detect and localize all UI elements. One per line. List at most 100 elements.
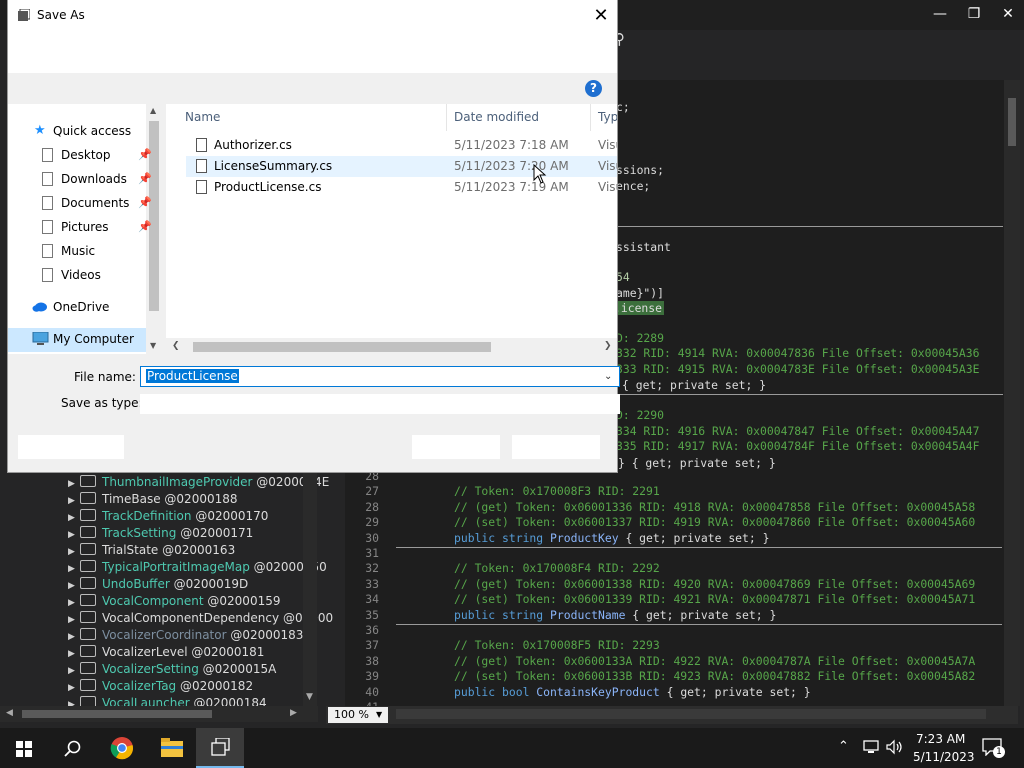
scroll-left-arrow-icon[interactable]: ◀ bbox=[6, 708, 13, 718]
save-button[interactable] bbox=[412, 435, 500, 459]
scroll-right-arrow-icon[interactable]: ❯ bbox=[604, 341, 612, 351]
zoom-select[interactable]: 100 % ▼ bbox=[328, 707, 388, 723]
downloads-icon bbox=[42, 172, 53, 186]
tree-item[interactable]: ▶ VocalizerTag @02000182 bbox=[68, 678, 253, 695]
code-line: // (set) Token: 0x06001339 RID: 4921 RVA… bbox=[454, 592, 976, 607]
search-button[interactable] bbox=[48, 728, 96, 768]
network-icon[interactable] bbox=[862, 739, 880, 755]
code-fragment: } { get; private set; } bbox=[618, 456, 776, 470]
code-fragment: ssions; bbox=[616, 163, 665, 177]
minimize-button[interactable]: — bbox=[925, 4, 955, 24]
column-header-type[interactable]: Type bbox=[598, 110, 617, 124]
keyword: public string bbox=[454, 607, 544, 622]
file-row[interactable]: ProductLicense.cs 5/11/2023 7:19 AM Visu… bbox=[186, 177, 617, 198]
mouse-cursor-icon bbox=[533, 164, 547, 184]
maximize-button[interactable]: ❐ bbox=[959, 4, 989, 24]
pin-icon: 📌 bbox=[138, 220, 152, 233]
chevron-down-icon[interactable]: ⌄ bbox=[604, 371, 612, 382]
tree-item[interactable]: ▶ ThumbnailImageProvider @0200014E bbox=[68, 474, 329, 491]
nav-label: Quick access bbox=[53, 124, 132, 138]
nav-label: My Computer bbox=[53, 332, 134, 346]
tree-item[interactable]: ▶ TrialState @02000163 bbox=[68, 542, 235, 559]
tree-item-token: @02000159 bbox=[207, 594, 281, 608]
tree-vertical-scrollbar[interactable] bbox=[303, 470, 317, 706]
accessor-block: { get; private set; } bbox=[659, 684, 811, 699]
file-name-value[interactable]: ProductLicense bbox=[146, 369, 239, 383]
file-name-label: File name: bbox=[74, 370, 136, 384]
chrome-icon bbox=[110, 737, 134, 760]
code-fragment: 333 RID: 4915 RVA: 0x0004783E File Offse… bbox=[616, 362, 980, 376]
clock-time[interactable]: 7:23 AM bbox=[916, 732, 965, 746]
tree-item[interactable]: ▶ TrackDefinition @02000170 bbox=[68, 508, 268, 525]
tree-item-name: VocalComponentDependency bbox=[102, 611, 280, 625]
dialog-address-area bbox=[8, 31, 617, 73]
scroll-down-arrow-icon[interactable]: ▼ bbox=[306, 692, 313, 702]
help-icon[interactable]: ? bbox=[585, 80, 602, 97]
file-explorer-taskbar-button[interactable] bbox=[148, 728, 196, 768]
tree-item[interactable]: ▶VocalComponentDependency @02000 bbox=[68, 610, 333, 627]
scroll-down-arrow-icon[interactable]: ▼ bbox=[150, 341, 156, 350]
line-number: 35 bbox=[365, 607, 379, 622]
dialog-close-button[interactable]: ✕ bbox=[588, 3, 614, 29]
tree-item[interactable]: ▶ TimeBase @02000188 bbox=[68, 491, 238, 508]
tree-item[interactable]: ▶ VocalizerCoordinator @02000183 bbox=[68, 627, 303, 644]
file-list-hscroll-thumb[interactable] bbox=[193, 342, 491, 352]
file-icon bbox=[196, 180, 207, 194]
code-fragment: 335 RID: 4917 RVA: 0x0004784F File Offse… bbox=[616, 439, 980, 453]
code-vertical-scrollbar[interactable] bbox=[1004, 80, 1020, 706]
pin-icon: 📌 bbox=[138, 172, 152, 185]
file-date: 5/11/2023 7:18 AM bbox=[454, 138, 569, 152]
class-icon bbox=[80, 526, 96, 538]
file-type: Visua bbox=[598, 138, 617, 152]
column-header-date[interactable]: Date modified bbox=[454, 110, 539, 124]
tree-item-token: @02000188 bbox=[164, 492, 238, 506]
code-line: // (set) Token: 0x0600133B RID: 4923 RVA… bbox=[454, 669, 976, 684]
volume-icon[interactable] bbox=[886, 739, 904, 755]
clock-date[interactable]: 5/11/2023 bbox=[913, 750, 975, 764]
windows-stack-icon bbox=[211, 738, 230, 756]
tree-item-name: TrackSetting bbox=[102, 526, 177, 540]
code-horizontal-scrollbar[interactable] bbox=[396, 709, 986, 719]
tree-item[interactable]: ▶ VocalComponent @02000159 bbox=[68, 593, 280, 610]
cancel-button[interactable] bbox=[512, 435, 600, 459]
nav-label: Desktop bbox=[61, 148, 111, 162]
property-name: ProductKey bbox=[550, 530, 619, 545]
tree-item[interactable]: ▶ TypicalPortraitImageMap @02000150 bbox=[68, 559, 327, 576]
scroll-up-arrow-icon[interactable]: ▲ bbox=[150, 106, 156, 115]
column-header-name[interactable]: Name bbox=[185, 110, 220, 124]
ide-taskbar-button[interactable] bbox=[196, 728, 244, 768]
scroll-right-arrow-icon[interactable]: ▶ bbox=[290, 708, 297, 718]
pin-icon: 📌 bbox=[138, 196, 152, 209]
save-as-type-select[interactable] bbox=[140, 394, 620, 414]
folder-icon bbox=[161, 738, 183, 757]
column-divider[interactable] bbox=[446, 104, 447, 131]
tree-item-token: @02000181 bbox=[191, 645, 265, 659]
chevron-up-icon[interactable]: ⌃ bbox=[838, 739, 849, 754]
tree-item[interactable]: ▶ TrackSetting @02000171 bbox=[68, 525, 253, 542]
search-icon[interactable]: ⚲ bbox=[614, 30, 644, 52]
nav-label: Downloads bbox=[61, 172, 127, 186]
class-icon bbox=[80, 662, 96, 674]
file-row[interactable]: LicenseSummary.cs 5/11/2023 7:20 AM Visu… bbox=[186, 156, 617, 177]
tree-item[interactable]: ▶ VocalizerSetting @0200015A bbox=[68, 661, 276, 678]
start-button[interactable] bbox=[0, 728, 48, 768]
code-vscroll-thumb[interactable] bbox=[1008, 98, 1016, 146]
close-button[interactable]: ✕ bbox=[993, 4, 1023, 24]
tree-item-name: VocalizerLevel bbox=[102, 645, 188, 659]
file-row[interactable]: Authorizer.cs 5/11/2023 7:18 AM Visua bbox=[186, 135, 617, 156]
scroll-left-arrow-icon[interactable]: ❮ bbox=[172, 341, 180, 351]
tree-hscroll-thumb[interactable] bbox=[22, 710, 212, 718]
property-name: ContainsKeyProduct bbox=[536, 684, 660, 699]
class-icon bbox=[80, 560, 96, 572]
column-divider[interactable] bbox=[590, 104, 591, 131]
code-line: public string ProductName { get; private… bbox=[454, 608, 776, 622]
tree-item-name: TimeBase bbox=[102, 492, 161, 506]
member-separator bbox=[396, 624, 1002, 625]
action-center-button[interactable]: 1 bbox=[982, 737, 1005, 759]
chrome-taskbar-button[interactable] bbox=[98, 728, 146, 768]
tree-item[interactable]: ▶ UndoBuffer @0200019D bbox=[68, 576, 248, 593]
tree-item[interactable]: ▶ VocalizerLevel @02000181 bbox=[68, 644, 264, 661]
code-line: // Token: 0x170008F4 RID: 2292 bbox=[454, 561, 660, 576]
hide-folders-button[interactable] bbox=[18, 435, 124, 459]
code-fragment: c; bbox=[616, 100, 630, 114]
